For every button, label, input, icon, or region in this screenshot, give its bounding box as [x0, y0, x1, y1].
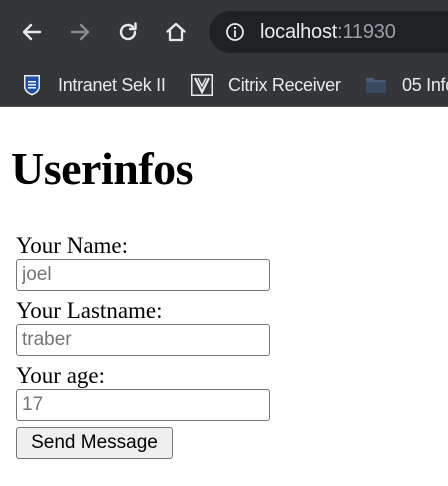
- browser-toolbar: localhost:11930: [0, 0, 448, 64]
- lastname-input[interactable]: [16, 324, 270, 356]
- name-label: Your Name:: [16, 233, 129, 258]
- send-message-button[interactable]: Send Message: [16, 427, 173, 459]
- bookmark-label: Intranet Sek II: [58, 74, 166, 95]
- url-port: :11930: [337, 21, 396, 43]
- bookmark-info-folder[interactable]: 05 Info: [364, 64, 448, 106]
- reload-icon: [119, 22, 137, 41]
- forward-arrow-icon: [70, 23, 90, 41]
- bookmark-label: Citrix Receiver: [228, 74, 341, 95]
- bookmark-intranet[interactable]: Intranet Sek II: [20, 64, 166, 106]
- info-icon[interactable]: [225, 22, 245, 42]
- name-input[interactable]: [16, 259, 270, 291]
- bookmarks-bar: Intranet Sek II Citrix Receiver 05 Info: [0, 64, 448, 107]
- home-button[interactable]: [158, 14, 194, 50]
- citrix-favicon-icon: [191, 74, 213, 96]
- bookmark-label: 05 Info: [402, 74, 448, 95]
- back-arrow-icon: [22, 23, 42, 41]
- shield-favicon-icon: [24, 75, 40, 96]
- lastname-label: Your Lastname:: [16, 298, 163, 323]
- forward-button[interactable]: [62, 14, 98, 50]
- age-input[interactable]: [16, 389, 270, 421]
- url-text: localhost:11930: [260, 20, 396, 44]
- reload-button[interactable]: [110, 14, 146, 50]
- back-button[interactable]: [14, 14, 50, 50]
- bookmark-citrix[interactable]: Citrix Receiver: [190, 64, 341, 106]
- address-bar[interactable]: localhost:11930: [209, 11, 448, 53]
- folder-favicon-icon: [366, 78, 386, 93]
- home-icon: [166, 22, 186, 42]
- age-label: Your age:: [16, 363, 106, 388]
- page-title: Userinfos: [11, 143, 194, 194]
- url-host: localhost: [260, 21, 338, 43]
